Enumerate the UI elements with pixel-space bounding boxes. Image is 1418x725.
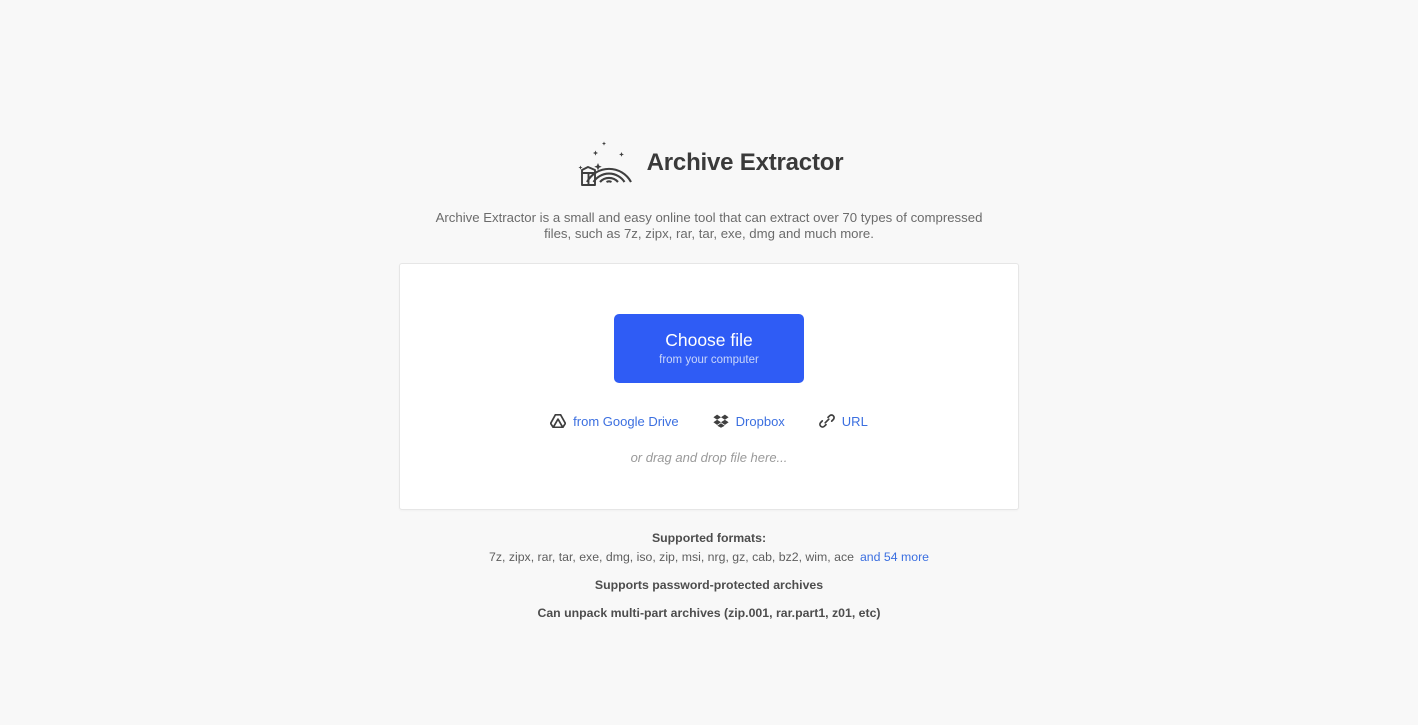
supported-formats-list: 7z, zipx, rar, tar, exe, dmg, iso, zip, … (399, 550, 1019, 565)
google-drive-link[interactable]: from Google Drive (550, 413, 679, 429)
archive-extractor-page: Archive Extractor Archive Extractor is a… (0, 0, 1418, 725)
url-link[interactable]: URL (818, 413, 868, 429)
dropbox-label: Dropbox (735, 413, 785, 429)
supported-formats-title: Supported formats: (651, 531, 767, 545)
and-more-link[interactable]: and 54 more (860, 550, 929, 564)
link-icon (818, 413, 835, 429)
service-links: from Google Drive Dropbox URL (550, 413, 868, 429)
rainbow-box-icon (575, 136, 637, 190)
google-drive-label: from Google Drive (573, 413, 679, 429)
formats-text: 7z, zipx, rar, tar, exe, dmg, iso, zip, … (489, 550, 854, 564)
choose-file-label: Choose file (665, 330, 753, 350)
brand-header: Archive Extractor (575, 136, 844, 190)
choose-file-subtitle: from your computer (659, 354, 759, 366)
url-label: URL (841, 413, 868, 429)
intro-description: Archive Extractor is a small and easy on… (435, 210, 983, 241)
dropbox-link[interactable]: Dropbox (713, 414, 785, 429)
google-drive-icon (550, 414, 567, 428)
multipart-archives-note: Can unpack multi-part archives (zip.001,… (537, 606, 881, 620)
page-title: Archive Extractor (646, 149, 844, 176)
footer-info: Supported formats: 7z, zipx, rar, tar, e… (399, 531, 1019, 621)
upload-card: Choose file from your computer from Goog… (399, 263, 1019, 510)
dropbox-icon (713, 414, 729, 428)
choose-file-button[interactable]: Choose file from your computer (614, 314, 804, 383)
password-protected-note: Supports password-protected archives (594, 578, 824, 592)
drag-drop-hint[interactable]: or drag and drop file here... (631, 450, 788, 465)
